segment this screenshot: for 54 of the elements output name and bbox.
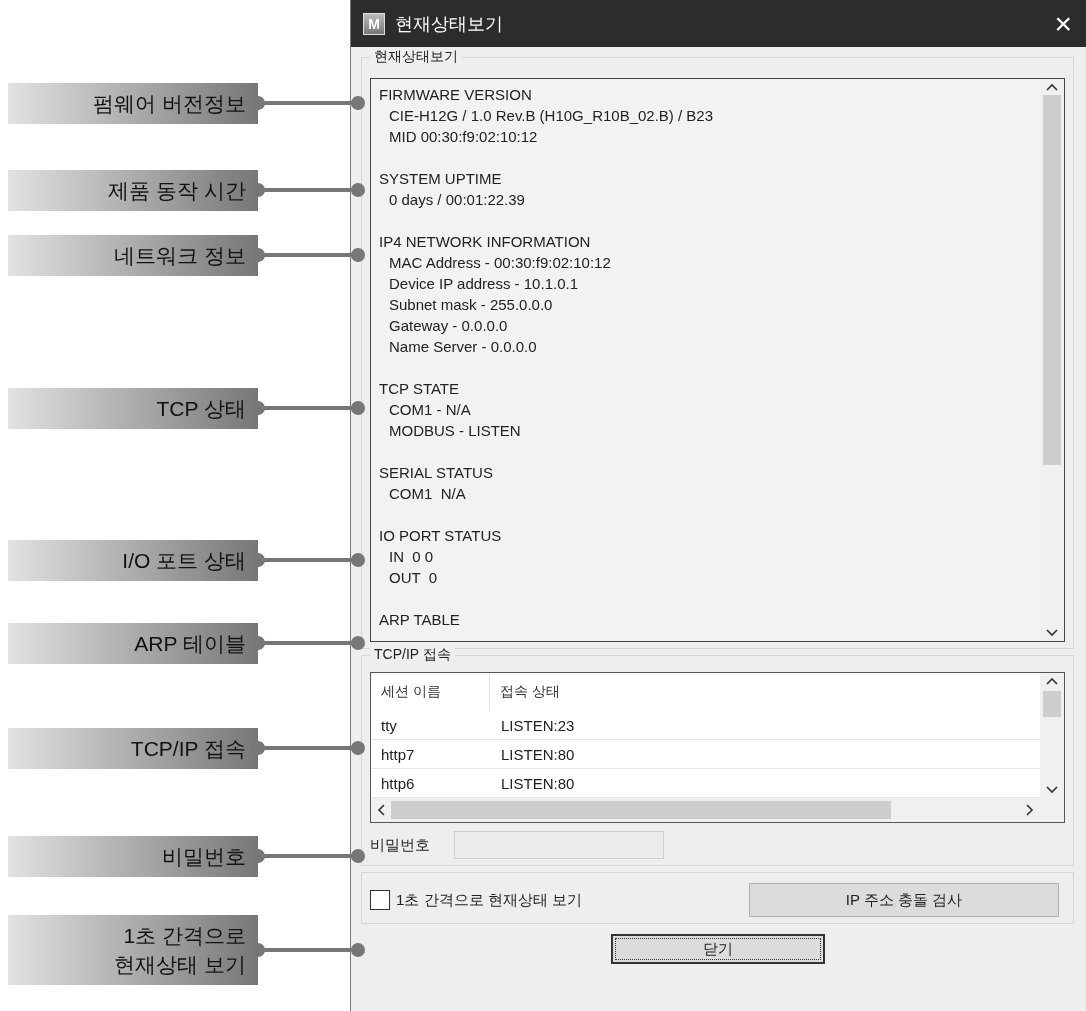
chevron-up-icon (1046, 677, 1058, 685)
status-line: IN 0 0 (388, 547, 435, 567)
callout-label: 비밀번호 (8, 835, 258, 877)
chevron-up-icon (1046, 83, 1058, 91)
callout-label: 제품 동작 시간 (8, 169, 258, 211)
callout-label: TCP 상태 (8, 387, 258, 429)
status-line: COM1 N/A (388, 484, 467, 504)
status-line: MID 00:30:f9:02:10:12 (388, 127, 539, 147)
section-heading: TCP STATE (379, 379, 460, 399)
section-heading: SERIAL STATUS (379, 463, 494, 483)
status-line: COM1 - N/A (388, 400, 472, 420)
group-title: TCP/IP 접속 (370, 646, 455, 664)
status-line: OUT 0 (388, 568, 439, 588)
vertical-scrollbar[interactable] (1040, 673, 1064, 798)
section-heading: IP4 NETWORK INFORMATION (379, 232, 592, 252)
callout-label: 펌웨어 버전정보 (8, 82, 258, 124)
chevron-down-icon (1046, 786, 1058, 794)
callout-label: TCP/IP 접속 (8, 727, 258, 769)
status-line: 0 days / 00:01:22.39 (388, 190, 526, 210)
chevron-right-icon (1026, 804, 1034, 816)
status-line: CIE-H12G / 1.0 Rev.B (H10G_R10B_02.B) / B23 (388, 106, 715, 126)
callout-label: 네트워크 정보 (8, 234, 258, 276)
app-icon: M (363, 12, 385, 35)
status-line: Device IP address - 10.1.0.1 (388, 274, 579, 294)
section-heading: SYSTEM UPTIME (379, 169, 503, 189)
chevron-down-icon (1046, 629, 1058, 637)
table-cell: tty (371, 711, 489, 740)
horizontal-scrollbar[interactable] (371, 798, 1064, 822)
section-heading: IO PORT STATUS (379, 526, 503, 546)
chevron-left-icon (377, 804, 385, 816)
status-line: MODBUS - LISTEN (388, 421, 522, 441)
section-heading: ARP TABLE (379, 610, 461, 630)
callout-label: 1초 간격으로 현재상태 보기 (8, 915, 258, 985)
table-cell: LISTEN:23 (489, 711, 1040, 740)
group-title: 현재상태보기 (370, 48, 462, 66)
scroll-thumb[interactable] (1043, 691, 1061, 717)
table-cell: http7 (371, 740, 489, 769)
close-dialog-button[interactable]: 닫기 (610, 934, 825, 964)
status-line: Subnet mask - 255.0.0.0 (388, 295, 554, 315)
scroll-thumb[interactable] (391, 801, 891, 819)
column-header[interactable]: 세션 이름 (371, 673, 489, 711)
callout-label: ARP 테이블 (8, 622, 258, 664)
status-line: Name Server - 0.0.0.0 (388, 337, 538, 357)
section-heading: FIRMWARE VERSION (379, 85, 533, 105)
window-title: 현재상태보기 (395, 12, 504, 36)
callout-label: I/O 포트 상태 (8, 539, 258, 581)
password-label: 비밀번호 (370, 835, 430, 855)
table-cell: LISTEN:80 (489, 740, 1040, 769)
scroll-thumb[interactable] (1043, 95, 1061, 465)
status-line: Gateway - 0.0.0.0 (388, 316, 509, 336)
checkbox[interactable] (370, 890, 390, 910)
status-line: MAC Address - 00:30:f9:02:10:12 (388, 253, 612, 273)
close-button[interactable]: × (1050, 8, 1076, 39)
ip-conflict-button[interactable]: IP 주소 충돌 검사 (749, 883, 1059, 917)
